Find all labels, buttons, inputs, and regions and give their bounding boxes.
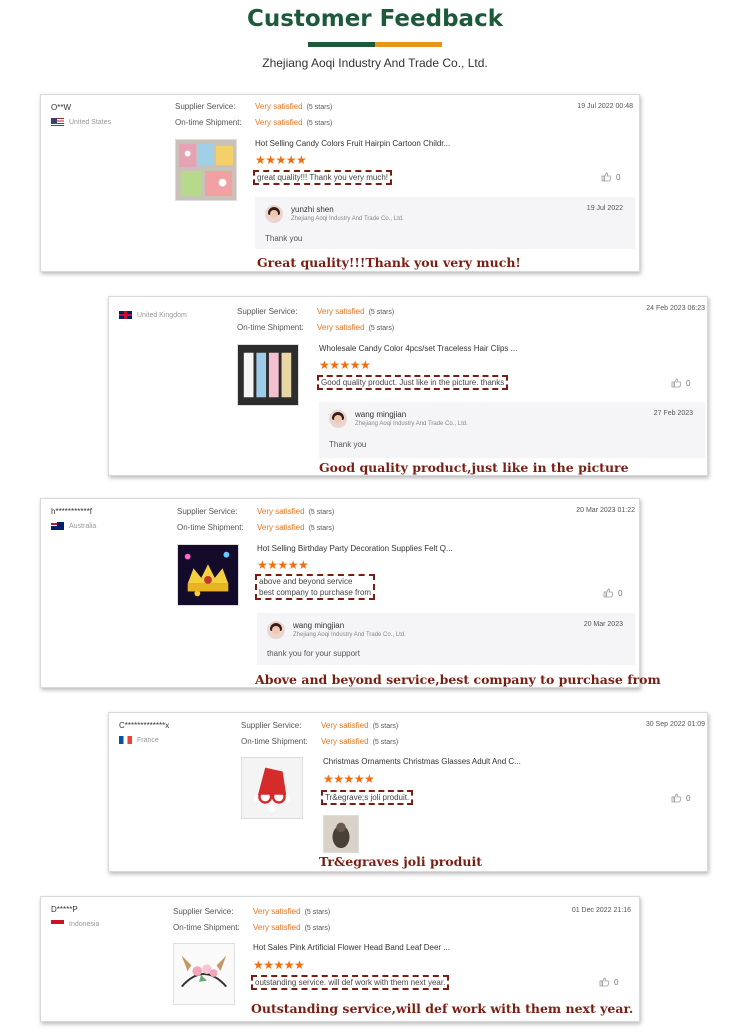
- product-title-link[interactable]: Christmas Ornaments Christmas Glasses Ad…: [323, 757, 521, 766]
- review-date: 19 Jul 2022 00:48: [577, 103, 633, 110]
- id-flag-icon: [51, 920, 64, 928]
- avatar: [267, 621, 285, 639]
- reviewer-country: United States: [51, 118, 111, 126]
- reviewer-name: C*************x: [119, 721, 170, 730]
- reply-company: Zhejiang Aoqi Industry And Trade Co., Lt…: [293, 632, 406, 638]
- product-title-link[interactable]: Hot Sales Pink Artificial Flower Head Ba…: [253, 943, 450, 952]
- company-subtitle: Zhejiang Aoqi Industry And Trade Co., Lt…: [262, 56, 488, 70]
- review-text: great quality!!! Thank you very much!: [253, 170, 393, 185]
- service-ratings: Supplier Service: Very satisfied (5 stars)…: [241, 721, 399, 746]
- au-flag-icon: [51, 522, 64, 530]
- product-title-link[interactable]: Wholesale Candy Color 4pcs/set Traceless…: [319, 344, 517, 353]
- review-card-2: United Kingdom Supplier Service: Very sat…: [108, 296, 708, 476]
- like-button[interactable]: 0: [603, 588, 622, 598]
- rating-stars: ★★★★★: [255, 153, 307, 167]
- reply-author: wang mingjian: [293, 621, 345, 630]
- review-card-5: D*****P Indonesia Supplier Service: Very …: [40, 896, 640, 1022]
- thumbs-up-icon: [603, 588, 613, 598]
- review-photo[interactable]: [323, 815, 359, 853]
- feedback-caption: Above and beyond service,best company to…: [255, 672, 661, 687]
- reply-text: Thank you: [329, 440, 367, 449]
- review-text: above and beyond service best company to…: [255, 574, 376, 600]
- reply-text: Thank you: [265, 234, 303, 243]
- reply-author: wang mingjian: [355, 410, 407, 419]
- rating-stars: ★★★★★: [319, 358, 371, 372]
- review-card-1: O**W United States Supplier Service: Very…: [40, 94, 640, 272]
- fr-flag-icon: [119, 736, 132, 744]
- reviewer-name: O**W: [51, 103, 71, 112]
- like-button[interactable]: 0: [599, 977, 618, 987]
- seller-reply: wang mingjian Zhejiang Aoqi Industry And…: [257, 613, 635, 665]
- reviewer-country: United Kingdom: [119, 311, 187, 319]
- product-thumbnail[interactable]: [237, 344, 299, 406]
- review-date: 01 Dec 2022 21:16: [571, 907, 631, 914]
- feedback-caption: Great quality!!!Thank you very much!: [257, 255, 521, 270]
- product-thumbnail[interactable]: [173, 943, 235, 1005]
- uk-flag-icon: [119, 311, 132, 319]
- review-text: Good quality product. Just like in the p…: [317, 375, 509, 390]
- service-ratings: Supplier Service: Very satisfied (5 stars)…: [175, 102, 333, 127]
- thumbs-up-icon: [671, 378, 681, 388]
- review-date: 20 Mar 2023 01:22: [576, 507, 635, 514]
- rating-stars: ★★★★★: [253, 958, 305, 972]
- product-title-link[interactable]: Hot Selling Candy Colors Fruit Hairpin C…: [255, 139, 450, 148]
- feedback-caption: Good quality product,just like in the pi…: [319, 460, 629, 475]
- reply-text: thank you for your support: [267, 649, 360, 658]
- reviewer-name: D*****P: [51, 905, 78, 914]
- reply-date: 19 Jul 2022: [586, 205, 623, 212]
- review-text: outstanding service. will def work with …: [251, 975, 450, 990]
- service-ratings: Supplier Service: Very satisfied (5 stars)…: [237, 307, 395, 332]
- seller-reply: yunzhi shen Zhejiang Aoqi Industry And T…: [255, 197, 635, 249]
- like-button[interactable]: 0: [601, 172, 620, 182]
- title-underline: [308, 42, 442, 47]
- like-button[interactable]: 0: [671, 378, 690, 388]
- review-card-4: C*************x France Supplier Service:…: [108, 712, 708, 872]
- review-card-3: h***********f Australia Supplier Service…: [40, 498, 661, 688]
- rating-stars: ★★★★★: [257, 558, 309, 572]
- product-thumbnail[interactable]: [175, 139, 237, 201]
- thumbs-up-icon: [601, 172, 611, 182]
- review-date: 24 Feb 2023 06:23: [646, 305, 705, 312]
- product-title-link[interactable]: Hot Selling Birthday Party Decoration Su…: [257, 544, 453, 553]
- reply-date: 20 Mar 2023: [583, 621, 623, 628]
- like-button[interactable]: 0: [671, 793, 690, 803]
- reviewer-name: h***********f: [51, 507, 92, 516]
- thumbs-up-icon: [671, 793, 681, 803]
- reviewer-country: Australia: [51, 522, 96, 530]
- feedback-caption: Tr&egraves joli produit: [319, 854, 482, 869]
- reviewer-country: Indonesia: [51, 920, 99, 928]
- us-flag-icon: [51, 118, 64, 126]
- page-title: Customer Feedback: [246, 6, 503, 32]
- reply-company: Zhejiang Aoqi Industry And Trade Co., Lt…: [355, 421, 468, 427]
- seller-reply: wang mingjian Zhejiang Aoqi Industry And…: [319, 402, 705, 458]
- rating-stars: ★★★★★: [323, 772, 375, 786]
- feedback-caption: Outstanding service,will def work with t…: [251, 1001, 634, 1016]
- service-ratings: Supplier Service: Very satisfied (5 stars)…: [173, 907, 331, 932]
- thumbs-up-icon: [599, 977, 609, 987]
- reply-company: Zhejiang Aoqi Industry And Trade Co., Lt…: [291, 216, 404, 222]
- reply-author: yunzhi shen: [291, 205, 334, 214]
- reviewer-country: France: [119, 736, 159, 744]
- avatar: [265, 205, 283, 223]
- avatar: [329, 410, 347, 428]
- reply-date: 27 Feb 2023: [653, 410, 693, 417]
- service-ratings: Supplier Service: Very satisfied (5 stars)…: [177, 507, 335, 532]
- product-thumbnail[interactable]: [241, 757, 303, 819]
- review-date: 30 Sep 2022 01:09: [645, 721, 705, 728]
- review-text: Tr&egrave;s joli produit.: [321, 790, 414, 805]
- product-thumbnail[interactable]: [177, 544, 239, 606]
